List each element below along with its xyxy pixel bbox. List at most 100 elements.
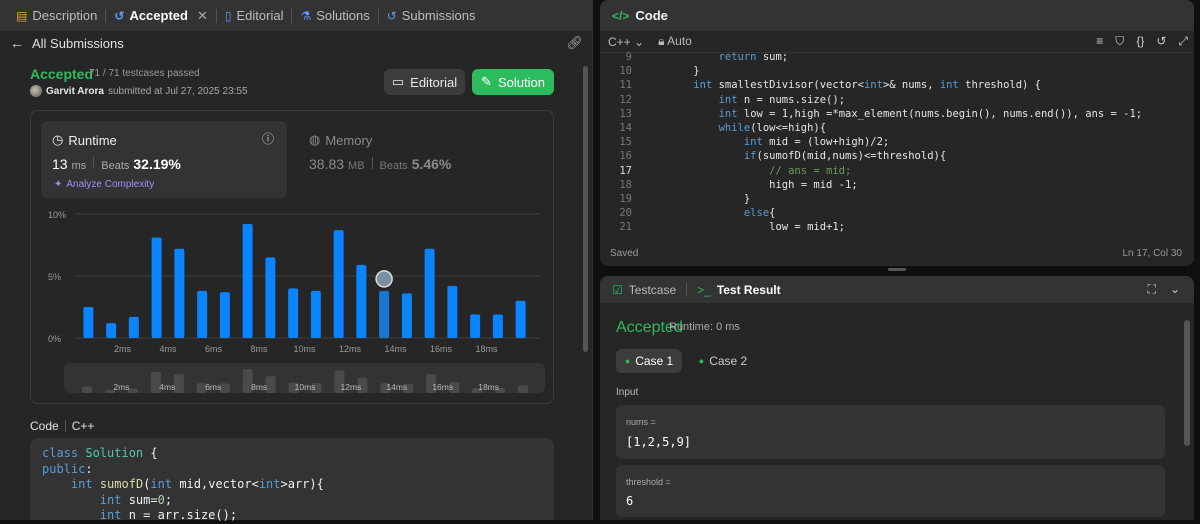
line-number: 9 — [625, 51, 632, 63]
tab-solutions[interactable]: ⚗ Solutions — [292, 0, 377, 31]
info-icon[interactable]: ⓘ — [262, 130, 274, 147]
editor-header: </> Code — [600, 0, 1194, 31]
auto-mode[interactable]: 🔒︎ Auto — [658, 34, 692, 49]
chart-bar — [219, 292, 230, 338]
braces-icon[interactable]: {} — [1136, 34, 1144, 49]
maximize-icon[interactable]: ⛶ — [1148, 282, 1156, 297]
line-number: 14 — [619, 122, 632, 134]
slider-tick-label: 16ms — [432, 382, 453, 392]
result-runtime: Runtime: 0 ms — [669, 321, 740, 333]
line-number: 18 — [619, 178, 632, 191]
author-name[interactable]: Garvit Arora — [46, 86, 104, 97]
book-icon: ▭ — [391, 74, 405, 89]
left-tab-bar: ▤ Description ↺ Accepted ✕ ▯ Editorial ⚗… — [0, 0, 593, 31]
tab-editorial[interactable]: ▯ Editorial — [217, 0, 292, 31]
expand-icon[interactable]: ⤢ — [1178, 34, 1188, 49]
reset-icon[interactable]: ↺ — [1156, 34, 1166, 49]
panel-resize-handle[interactable] — [888, 268, 906, 271]
editor-code-line: int smallestDivisor(vector<int>& nums, i… — [693, 79, 1042, 92]
status-dot: ● — [698, 356, 705, 366]
slider-tick-label: 4ms — [159, 382, 175, 392]
case-2-tab[interactable]: ● Case 2 — [693, 349, 753, 373]
submission-status: Accepted — [30, 66, 94, 82]
line-number: 16 — [619, 150, 632, 163]
scrollbar[interactable] — [583, 66, 588, 352]
tab-submissions[interactable]: ↺ Submissions — [379, 0, 484, 31]
checkbox-icon: ☑ — [612, 282, 623, 297]
lock-icon: 🔒︎ — [658, 34, 665, 48]
code-line: int sumofD(int mid,vector<int>arr){ — [70, 477, 324, 491]
history-icon: ↺ — [114, 8, 125, 23]
link-icon[interactable]: 🔗︎ — [566, 35, 583, 51]
x-tick-label: 14ms — [384, 344, 407, 354]
slider-tick-label: 10ms — [295, 382, 316, 392]
tab-description[interactable]: ▤ Description — [8, 0, 105, 31]
editor-code-line: low = mid+1; — [668, 221, 846, 234]
chart-bar — [447, 285, 458, 338]
divider — [371, 157, 373, 169]
range-slider-chart: 2ms 4ms 6ms 8ms 10ms 12ms 14ms 16ms 18ms — [82, 369, 529, 393]
chart-bar — [174, 248, 185, 338]
tab-accepted[interactable]: ↺ Accepted ✕ — [106, 0, 216, 31]
line-number: 11 — [619, 79, 632, 92]
line-number: 20 — [619, 207, 632, 220]
runtime-distribution-chart[interactable]: 10% 5% 0% 2ms 4ms 6ms 8ms 10ms 12ms 14ms 16ms 18ms — [40, 204, 545, 359]
x-tick-label: 12ms — [339, 344, 362, 354]
editor-code-line: } — [668, 65, 700, 78]
line-number: 12 — [619, 93, 632, 106]
tab-testcase[interactable]: Testcase — [629, 283, 676, 297]
flask-icon: ⚗ — [300, 8, 312, 23]
line-number: 13 — [619, 107, 632, 120]
line-number: 21 — [619, 221, 632, 234]
editor-code-line: int mid = (low+high)/2; — [743, 136, 890, 149]
analyze-complexity-link[interactable]: ✦ Analyze Complexity — [54, 179, 154, 190]
editor-code-line: // ans = mid; — [668, 164, 852, 177]
editor-code-line: } — [668, 193, 751, 205]
chart-bar — [106, 323, 117, 338]
code-editor[interactable]: 9 return sum; 10 } 11 int smallestDivisor(… — [600, 51, 1194, 234]
scrollbar[interactable] — [1184, 320, 1190, 446]
back-arrow-icon[interactable]: ← — [10, 35, 24, 51]
format-icon[interactable]: ≡ — [1096, 34, 1103, 49]
memory-label[interactable]: ◍ Memory — [309, 132, 372, 148]
chart-bar — [310, 290, 321, 338]
input-threshold[interactable]: threshold = 6 — [616, 465, 1165, 517]
bookmark-icon[interactable]: ⛉ — [1115, 34, 1124, 49]
slider-tick-label: 12ms — [341, 382, 362, 392]
submitted-time: submitted at Jul 27, 2025 23:55 — [107, 85, 248, 97]
divider — [686, 283, 688, 296]
solution-button[interactable]: ✎ Solution — [472, 69, 554, 95]
y-tick-label: 10% — [48, 210, 66, 220]
editor-code-line: else{ — [743, 207, 776, 220]
runtime-value: 13 ms Beats 32.19% — [52, 156, 181, 172]
collapse-icon[interactable]: ⌄ — [1170, 282, 1180, 297]
edit-icon: ✎ — [481, 74, 492, 89]
code-line: int sum=0; — [99, 492, 173, 507]
slider-tick-label: 8ms — [251, 382, 267, 392]
avatar[interactable] — [30, 85, 42, 97]
result-header: ☑ Testcase >_ Test Result — [600, 276, 1194, 303]
slider-bar — [82, 386, 92, 393]
tab-test-result[interactable]: Test Result — [717, 283, 781, 297]
case-1-tab[interactable]: ● Case 1 — [616, 349, 682, 373]
editor-tools: ≡ ⛉ {} ↺ ⤢ — [1096, 34, 1188, 49]
all-submissions-link[interactable]: All Submissions — [32, 36, 124, 51]
terminal-icon: >_ — [697, 282, 711, 297]
test-result-panel: ☑ Testcase >_ Test Result ⛶ ⌄ Accepted R… — [600, 276, 1194, 520]
submission-header: ← All Submissions 🔗︎ — [0, 31, 593, 55]
editorial-button[interactable]: ▭ Editorial — [384, 69, 465, 95]
x-tick-label: 6ms — [205, 344, 223, 354]
chart-bar — [379, 290, 390, 338]
line-number: 19 — [619, 193, 632, 205]
divider — [93, 157, 95, 169]
slider-tick-label: 2ms — [113, 382, 129, 392]
sparkle-icon: ✦ — [54, 179, 63, 190]
chevron-down-icon: ⌄ — [634, 34, 645, 49]
line-number: 10 — [619, 65, 632, 78]
close-icon[interactable]: ✕ — [197, 8, 208, 24]
chart-bar — [83, 307, 94, 338]
input-nums[interactable]: nums = [1,2,5,9] — [616, 405, 1165, 459]
description-icon: ▤ — [16, 8, 28, 23]
language-select[interactable]: C++ ⌄ — [608, 35, 644, 49]
slider-tick-label: 6ms — [205, 382, 221, 392]
